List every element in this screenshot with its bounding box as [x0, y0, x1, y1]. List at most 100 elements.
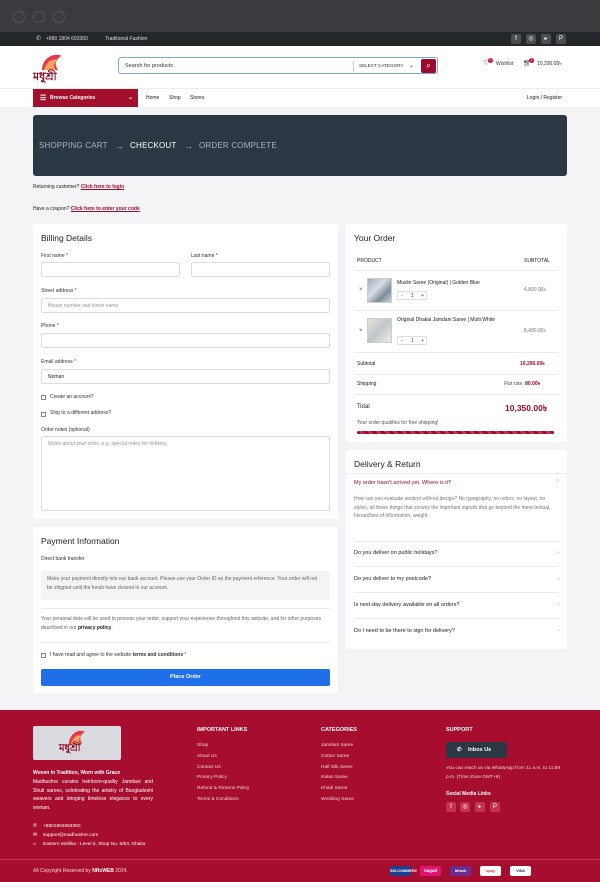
billing-title: Billing Details	[41, 233, 93, 243]
email-label: Email address *	[41, 359, 77, 365]
quantity-stepper[interactable]: -1 +	[397, 336, 427, 345]
footer-category[interactable]: Katan Saree	[321, 775, 348, 780]
step-shopping-cart[interactable]: SHOPPING CART	[39, 141, 108, 150]
nav-stores[interactable]: Stores	[190, 95, 204, 101]
mail-icon: ✉	[33, 833, 38, 838]
last-name-field[interactable]	[191, 262, 330, 277]
nav-home[interactable]: Home	[146, 95, 159, 101]
instagram-icon[interactable]: ◎	[460, 802, 470, 812]
instagram-icon[interactable]: ◎	[526, 34, 536, 44]
product-image[interactable]	[367, 318, 392, 343]
nagad-logo: nagad	[420, 866, 441, 876]
footer-link[interactable]: Refund & Returns Policy	[197, 786, 249, 791]
sslcommerz-logo: SSLCOMMERZ	[390, 866, 417, 876]
browse-categories-button[interactable]: ☰ Browse Categories ⌄	[33, 89, 138, 107]
footer-link[interactable]: About Us	[197, 754, 217, 759]
pinterest-icon[interactable]: P	[556, 34, 566, 44]
delivery-return-card: Delivery & Return My order hasn't arrive…	[346, 450, 567, 649]
footer-logo[interactable]: মধুশ্রী	[33, 726, 121, 760]
footer-link[interactable]: Privacy Policy	[197, 775, 227, 780]
quantity-stepper[interactable]: -1 +	[397, 291, 427, 300]
footer-phone[interactable]: +8801804693360	[43, 824, 80, 829]
terms-checkbox[interactable]	[41, 653, 46, 658]
remove-item-icon[interactable]: ×	[359, 328, 363, 334]
search-button[interactable]: ⌕	[421, 59, 436, 73]
inbox-us-button[interactable]: ✆ Inbox Us	[446, 742, 507, 758]
subtotal-label: Subtotal	[357, 361, 376, 367]
faq-question[interactable]: Do I need to be there to sign for delive…	[354, 628, 455, 634]
footer-link[interactable]: Shop	[197, 743, 208, 748]
arrow-right-icon: →	[184, 141, 194, 151]
street-field[interactable]: House number and street name	[41, 298, 330, 313]
nav-shop[interactable]: Shop	[169, 95, 181, 101]
returning-customer-notice: Returning customer? Click here to login	[33, 184, 124, 190]
youtube-icon[interactable]: ▸	[541, 34, 551, 44]
search-bar: Search for products SELECT CATEGORY ⌄ ⌕	[118, 57, 438, 74]
privacy-policy-link[interactable]: privacy policy	[78, 625, 111, 631]
total-value: 10,350.00৳	[505, 403, 548, 413]
footer-category[interactable]: Half Silk Saree	[321, 765, 353, 770]
phone-field[interactable]	[41, 333, 330, 348]
shipping-label: Shipping	[357, 381, 377, 387]
support-title: SUPPORT	[446, 727, 473, 733]
window-minimize-dot[interactable]	[33, 11, 45, 23]
pinterest-icon[interactable]: P	[490, 802, 500, 812]
browse-label: Browse Categories	[50, 95, 96, 101]
search-input[interactable]: Search for products	[125, 63, 173, 69]
facebook-icon[interactable]: f	[511, 34, 521, 44]
wishlist-count-badge: 0	[488, 58, 493, 63]
facebook-icon[interactable]: f	[446, 802, 456, 812]
payment-method[interactable]: Direct bank transfer	[41, 556, 85, 562]
payment-card: Payment Information Direct bank transfer…	[33, 527, 338, 693]
coupon-link[interactable]: Click here to enter your code	[71, 206, 140, 212]
chevron-down-icon: ⌄	[556, 601, 562, 607]
terms-link[interactable]: terms and conditions	[133, 652, 184, 658]
faq-question[interactable]: Do you deliver to my postcode?	[354, 576, 431, 582]
login-link[interactable]: Click here to login	[81, 184, 124, 190]
copyright-brand[interactable]: NRxWEB	[92, 868, 114, 874]
footer-divider	[0, 859, 600, 860]
first-name-label: First name *	[41, 253, 68, 259]
payment-title: Payment Information	[41, 536, 120, 546]
total-label: Total	[357, 404, 370, 410]
place-order-button[interactable]: Place Order	[41, 669, 330, 686]
email-field[interactable]: Noman	[41, 369, 330, 384]
category-select[interactable]: SELECT CATEGORY	[359, 63, 403, 68]
product-image[interactable]	[367, 278, 392, 303]
remove-item-icon[interactable]: ×	[359, 287, 363, 293]
divider	[354, 310, 559, 311]
footer-category[interactable]: Jamdani Saree	[321, 743, 353, 748]
first-name-field[interactable]	[41, 262, 180, 277]
footer-link[interactable]: Terms & Conditions	[197, 797, 239, 802]
support-text: You can reach us via WhatsApp from 11 a.…	[446, 766, 561, 780]
create-account-checkbox[interactable]	[41, 395, 46, 400]
site-logo[interactable]: মধুশ্রী	[32, 50, 74, 86]
create-account-label: Create an account?	[50, 394, 94, 400]
topbar-tagline: Traditional Fashion	[105, 36, 148, 42]
footer-link[interactable]: Contact Us	[197, 765, 221, 770]
upay-logo: upay	[480, 866, 501, 876]
footer-category[interactable]: Wedding Saree	[321, 797, 354, 802]
footer-category[interactable]: Khadi Saree	[321, 786, 347, 791]
footer-email[interactable]: support@madhushre.com	[43, 833, 98, 838]
terms-label: I have read and agree to the website ter…	[50, 652, 187, 658]
cart-total[interactable]: 10,290.00৳	[537, 61, 562, 69]
categories-title: CATEGORIES	[321, 727, 357, 733]
wishlist-link[interactable]: Wishlist	[496, 61, 513, 67]
faq-question[interactable]: Is next-day delivery available on all or…	[354, 602, 459, 608]
order-notes-textarea[interactable]: Notes about your order, e.g. special not…	[41, 436, 330, 511]
window-close-dot[interactable]	[13, 11, 25, 23]
login-register-link[interactable]: Login / Register	[527, 95, 562, 101]
delivery-title: Delivery & Return	[354, 459, 421, 469]
col-subtotal: SUBTOTAL	[524, 258, 550, 264]
window-maximize-dot[interactable]	[53, 11, 65, 23]
faq-question[interactable]: Do you deliver on public holidays?	[354, 550, 437, 556]
product-name[interactable]: Muslin Saree (Original) | Golden Blue	[397, 280, 512, 286]
product-name[interactable]: Original Dhakai Jamdani Saree | Multi Wh…	[397, 316, 512, 324]
footer-category[interactable]: Cotton Saree	[321, 754, 349, 759]
item-price: 4,800.00৳	[524, 287, 546, 293]
faq-question-open[interactable]: My order hasn't arrived yet. Where is it…	[354, 480, 451, 486]
ship-different-label: Ship to a different address?	[50, 410, 112, 416]
youtube-icon[interactable]: ▸	[475, 802, 485, 812]
ship-different-checkbox[interactable]	[41, 412, 46, 417]
